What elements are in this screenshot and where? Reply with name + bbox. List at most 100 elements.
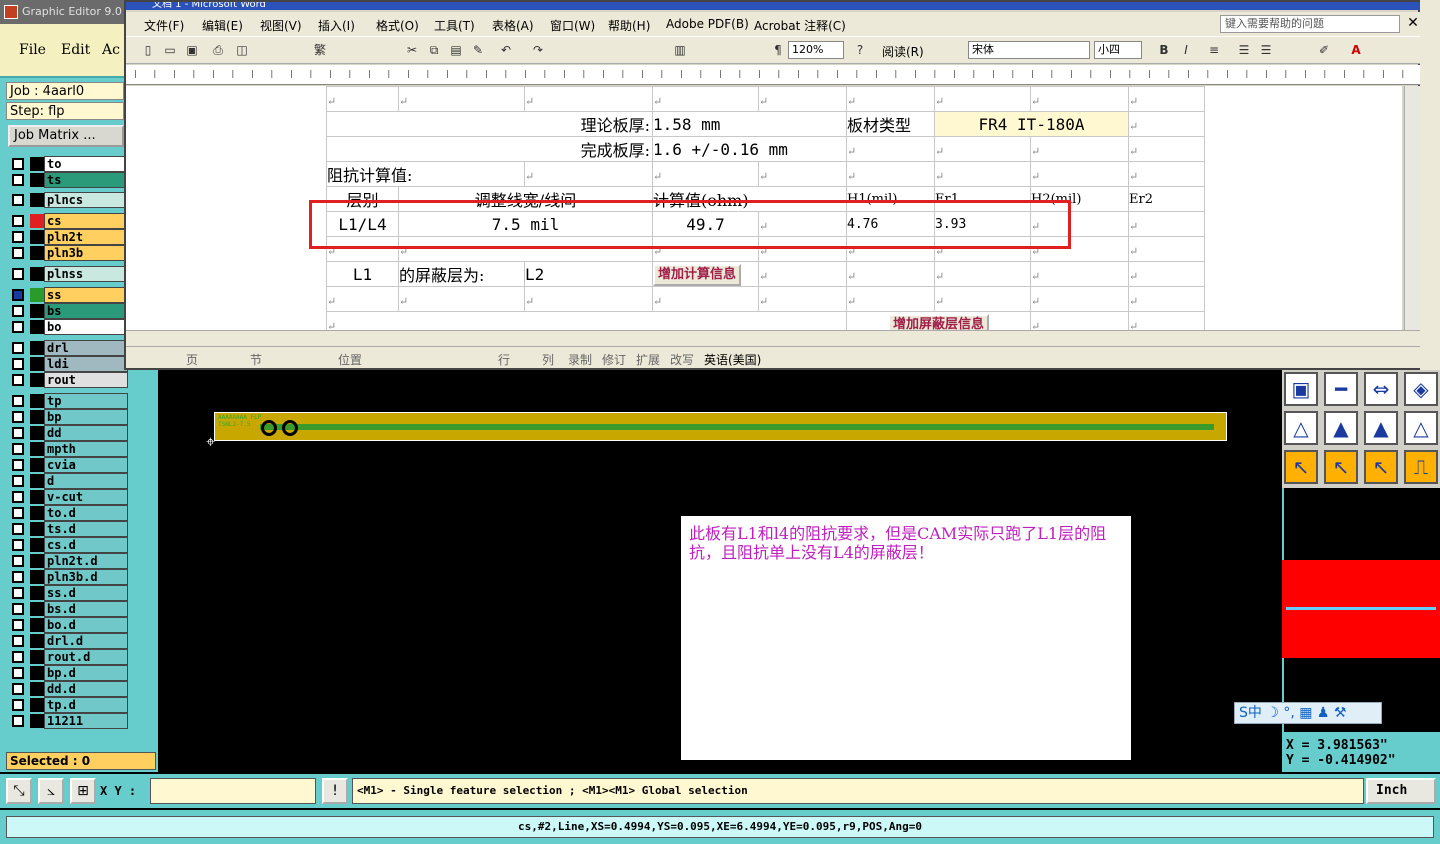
layer-row-d[interactable]: d bbox=[8, 473, 130, 489]
layer-name[interactable]: bp.d bbox=[44, 665, 128, 681]
zoom-icon[interactable]: ⤡ bbox=[6, 778, 32, 804]
layer-row-bs[interactable]: bs bbox=[8, 303, 130, 319]
layer-row-11211[interactable]: 11211 bbox=[8, 713, 130, 729]
layer-name[interactable]: ss.d bbox=[44, 585, 128, 601]
preview-icon[interactable]: ◫ bbox=[234, 42, 250, 58]
layer-checkbox[interactable] bbox=[12, 342, 24, 354]
layer-row-drl.d[interactable]: drl.d bbox=[8, 633, 130, 649]
layer-checkbox[interactable] bbox=[12, 321, 24, 333]
add-shield-info-button[interactable]: 增加屏蔽层信息 bbox=[887, 313, 989, 330]
font-select[interactable]: 宋体 bbox=[968, 41, 1090, 59]
menu-edit[interactable]: Edit bbox=[61, 42, 90, 58]
layer-checkbox[interactable] bbox=[12, 555, 24, 567]
new-doc-icon[interactable]: ▯ bbox=[140, 42, 156, 58]
layer-row-rout[interactable]: rout bbox=[8, 372, 130, 388]
undo-icon[interactable]: ↶ bbox=[498, 42, 514, 58]
layer-color-swatch[interactable] bbox=[30, 426, 44, 440]
layer-name[interactable]: dd bbox=[44, 425, 128, 441]
menu-format[interactable]: 格式(O) bbox=[376, 17, 419, 34]
layer-checkbox[interactable] bbox=[12, 475, 24, 487]
layer-color-swatch[interactable] bbox=[30, 522, 44, 536]
layer-row-pln3b[interactable]: pln3b bbox=[8, 245, 130, 261]
layer-color-swatch[interactable] bbox=[30, 214, 44, 228]
status-ovr[interactable]: 改写 bbox=[670, 351, 694, 368]
layer-name[interactable]: cs bbox=[44, 213, 128, 229]
layer-row-pln2t.d[interactable]: pln2t.d bbox=[8, 553, 130, 569]
layer-color-swatch[interactable] bbox=[30, 193, 44, 207]
layer-name[interactable]: pln2t bbox=[44, 229, 128, 245]
menu-help[interactable]: 帮助(H) bbox=[608, 17, 650, 34]
layer-checkbox[interactable] bbox=[12, 231, 24, 243]
paste-icon[interactable]: ▤ bbox=[448, 42, 464, 58]
line-icon[interactable]: ━ bbox=[1324, 372, 1358, 406]
menu-adobe-pdf[interactable]: Adobe PDF(B) bbox=[666, 17, 749, 31]
layer-row-dd[interactable]: dd bbox=[8, 425, 130, 441]
layer-name[interactable]: ts bbox=[44, 172, 128, 188]
layer-checkbox[interactable] bbox=[12, 358, 24, 370]
layer-checkbox[interactable] bbox=[12, 667, 24, 679]
layer-color-swatch[interactable] bbox=[30, 288, 44, 302]
layer-color-swatch[interactable] bbox=[30, 157, 44, 171]
layer-name[interactable]: pln3b bbox=[44, 245, 128, 261]
layer-name[interactable]: 11211 bbox=[44, 713, 128, 729]
layer-row-plncs[interactable]: plncs bbox=[8, 192, 130, 208]
layer-row-ts.d[interactable]: ts.d bbox=[8, 521, 130, 537]
layer-checkbox[interactable] bbox=[12, 395, 24, 407]
layer-name[interactable]: tp.d bbox=[44, 697, 128, 713]
help-search-input[interactable]: 键入需要帮助的问题 bbox=[1220, 15, 1400, 33]
layer-checkbox[interactable] bbox=[12, 507, 24, 519]
menu-file[interactable]: File bbox=[19, 42, 46, 58]
triangle-icon[interactable]: △ bbox=[1284, 411, 1318, 445]
help-icon[interactable]: ? bbox=[852, 42, 868, 58]
layer-color-swatch[interactable] bbox=[30, 304, 44, 318]
layer-color-swatch[interactable] bbox=[30, 442, 44, 456]
vertical-scrollbar[interactable] bbox=[1404, 86, 1420, 330]
shapes-icon[interactable]: ◈ bbox=[1404, 372, 1438, 406]
layer-color-swatch[interactable] bbox=[30, 230, 44, 244]
highlight-icon[interactable]: ✐ bbox=[1316, 42, 1332, 58]
layer-row-rout.d[interactable]: rout.d bbox=[8, 649, 130, 665]
layer-checkbox[interactable] bbox=[12, 635, 24, 647]
format-painter-icon[interactable]: ✎ bbox=[470, 42, 486, 58]
layer-color-swatch[interactable] bbox=[30, 586, 44, 600]
pad-2[interactable] bbox=[282, 420, 298, 436]
zoom-select[interactable]: 120% bbox=[788, 41, 844, 59]
menu-view[interactable]: 视图(V) bbox=[260, 17, 302, 34]
layer-color-swatch[interactable] bbox=[30, 490, 44, 504]
xy-input[interactable] bbox=[150, 778, 316, 804]
layer-checkbox[interactable] bbox=[12, 374, 24, 386]
layer-color-swatch[interactable] bbox=[30, 570, 44, 584]
step-field[interactable]: Step: flp bbox=[6, 102, 124, 120]
menu-acrobat[interactable]: Acrobat 注释(C) bbox=[754, 17, 846, 34]
layer-row-ldi[interactable]: ldi bbox=[8, 356, 130, 372]
layer-row-cvia[interactable]: cvia bbox=[8, 457, 130, 473]
measure-icon[interactable]: ⦣ bbox=[38, 778, 64, 804]
layer-row-cs.d[interactable]: cs.d bbox=[8, 537, 130, 553]
font-color-icon[interactable]: A bbox=[1348, 42, 1364, 58]
layer-name[interactable]: ss bbox=[44, 287, 128, 303]
layer-row-plnss[interactable]: plnss bbox=[8, 266, 130, 282]
layer-color-swatch[interactable] bbox=[30, 650, 44, 664]
horizontal-scrollbar[interactable] bbox=[126, 330, 1422, 346]
layer-color-swatch[interactable] bbox=[30, 602, 44, 616]
layer-name[interactable]: rout.d bbox=[44, 649, 128, 665]
layer-checkbox[interactable] bbox=[12, 571, 24, 583]
layer-name[interactable]: bs bbox=[44, 303, 128, 319]
layer-row-bp[interactable]: bp bbox=[8, 409, 130, 425]
layer-row-v-cut[interactable]: v-cut bbox=[8, 489, 130, 505]
layer-checkbox[interactable] bbox=[12, 539, 24, 551]
arc-icon[interactable]: ▲ bbox=[1364, 411, 1398, 445]
layer-row-bp.d[interactable]: bp.d bbox=[8, 665, 130, 681]
document-page[interactable]: ↵ ↵ ↵ ↵ ↵ ↵ ↵ ↵ ↵ 理论板厚: 1.58 mm 板材类型 FR4 IT-180A… bbox=[126, 86, 1402, 330]
save-icon[interactable]: ▣ bbox=[184, 42, 200, 58]
status-trk[interactable]: 修订 bbox=[602, 351, 626, 368]
layer-checkbox[interactable] bbox=[12, 443, 24, 455]
layer-name[interactable]: v-cut bbox=[44, 489, 128, 505]
ruler[interactable]: | | | | | | | | | | | | | | | | | | | | | | | | | | | | | | | | | | | | | | | |… bbox=[126, 65, 1422, 85]
units-button[interactable]: Inch bbox=[1366, 778, 1436, 804]
status-lang[interactable]: 英语(美国) bbox=[704, 351, 761, 368]
pad-1[interactable] bbox=[261, 420, 277, 436]
bold-icon[interactable]: B bbox=[1156, 42, 1172, 58]
layer-row-bo[interactable]: bo bbox=[8, 319, 130, 335]
layer-color-swatch[interactable] bbox=[30, 341, 44, 355]
